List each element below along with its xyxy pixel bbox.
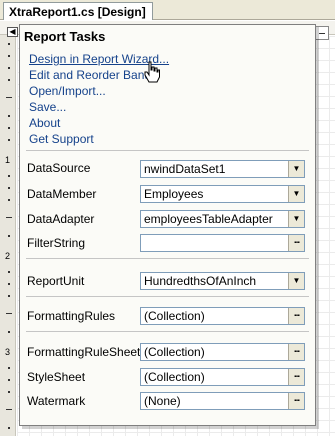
ruler-tick — [8, 67, 10, 69]
hand-cursor-icon — [144, 61, 160, 83]
datasource-value: nwindDataSet1 — [144, 162, 226, 176]
band-collapse-icon[interactable] — [315, 26, 329, 40]
datasource-label: DataSource — [27, 161, 91, 175]
formattingrules-label: FormattingRules — [27, 309, 116, 323]
ruler-tick — [8, 127, 10, 129]
edit-reorder-bands-link[interactable]: Edit and Reorder Bands — [29, 67, 299, 83]
ruler-dash — [6, 217, 12, 218]
ruler-tick — [8, 79, 10, 81]
ellipsis-icon[interactable]: ... — [288, 308, 304, 324]
ruler-tick — [8, 379, 10, 381]
about-link[interactable]: About — [29, 115, 299, 131]
reportunit-label: ReportUnit — [27, 274, 85, 288]
ruler-dash — [6, 313, 12, 314]
dataadapter-dropdown[interactable]: employeesTableAdapter ▼ — [140, 210, 305, 228]
ellipsis-icon[interactable]: ... — [288, 235, 304, 251]
watermark-field[interactable]: (None) ... — [140, 392, 305, 410]
ruler-tick — [8, 199, 10, 201]
ruler-mark-3: 3 — [5, 347, 11, 357]
save-link[interactable]: Save... — [29, 99, 299, 115]
chevron-down-icon[interactable]: ▼ — [288, 161, 304, 177]
chevron-down-icon[interactable]: ▼ — [288, 211, 304, 227]
datamember-dropdown[interactable]: Employees ▼ — [140, 185, 305, 203]
panel-title: Report Tasks — [24, 29, 106, 44]
document-tab[interactable]: XtraReport1.cs [Design] — [3, 2, 153, 20]
stylesheet-label: StyleSheet — [27, 370, 86, 384]
stylesheet-field[interactable]: (Collection) ... — [140, 368, 305, 386]
ruler-tick — [8, 187, 10, 189]
watermark-label: Watermark — [27, 394, 86, 408]
ellipsis-icon[interactable]: ... — [288, 369, 304, 385]
formattingrules-field[interactable]: (Collection) ... — [140, 307, 305, 325]
ruler-tick — [8, 331, 10, 333]
ruler-tick — [8, 271, 10, 273]
ruler-tick — [8, 283, 10, 285]
task-links: Design in Report Wizard... Edit and Reor… — [29, 51, 299, 147]
ruler-dash — [6, 97, 12, 98]
filterstring-label: FilterString — [27, 236, 86, 250]
formattingrulesheet-label: FormattingRuleSheet — [27, 345, 141, 359]
ruler-tick — [8, 55, 10, 57]
ruler-dash — [6, 409, 12, 410]
reportunit-dropdown[interactable]: HundredthsOfAnInch ▼ — [140, 272, 305, 290]
formattingrules-value: (Collection) — [144, 309, 205, 323]
separator — [26, 296, 309, 297]
ruler-tick — [8, 391, 10, 393]
ruler-tick — [8, 295, 10, 297]
ellipsis-icon[interactable]: ... — [288, 344, 304, 360]
ruler-tick — [8, 43, 10, 45]
separator — [26, 258, 309, 259]
ruler-tick — [8, 139, 10, 141]
formattingrulesheet-value: (Collection) — [144, 345, 205, 359]
formattingrulesheet-field[interactable]: (Collection) ... — [140, 343, 305, 361]
document-tabstrip: XtraReport1.cs [Design] — [0, 0, 335, 20]
ruler-tick — [8, 427, 10, 429]
reportunit-value: HundredthsOfAnInch — [144, 274, 257, 288]
chevron-down-icon[interactable]: ▼ — [288, 273, 304, 289]
open-import-link[interactable]: Open/Import... — [29, 83, 299, 99]
separator — [26, 331, 309, 332]
ruler-mark-1: 1 — [5, 155, 11, 165]
ellipsis-icon[interactable]: ... — [288, 393, 304, 409]
chevron-down-icon[interactable]: ▼ — [288, 186, 304, 202]
smart-tag-collapse-icon[interactable]: ◀ — [7, 27, 18, 37]
ruler-tick — [8, 235, 10, 237]
filterstring-field[interactable]: ... — [140, 234, 305, 252]
get-support-link[interactable]: Get Support — [29, 131, 299, 147]
ruler-mark-2: 2 — [5, 251, 11, 261]
datamember-label: DataMember — [27, 187, 97, 201]
datamember-value: Employees — [144, 187, 204, 201]
stylesheet-value: (Collection) — [144, 370, 205, 384]
ruler-tick — [8, 115, 10, 117]
dataadapter-label: DataAdapter — [27, 212, 95, 226]
report-tasks-panel: Report Tasks Design in Report Wizard... … — [19, 24, 316, 426]
watermark-value: (None) — [144, 394, 181, 408]
separator — [26, 150, 309, 151]
dataadapter-value: employeesTableAdapter — [144, 212, 273, 226]
ruler-tick — [8, 175, 10, 177]
datasource-dropdown[interactable]: nwindDataSet1 ▼ — [140, 160, 305, 178]
design-in-report-wizard-link[interactable]: Design in Report Wizard... — [29, 51, 299, 67]
ruler-tick — [8, 367, 10, 369]
vertical-ruler: 1 2 3 — [0, 35, 16, 436]
